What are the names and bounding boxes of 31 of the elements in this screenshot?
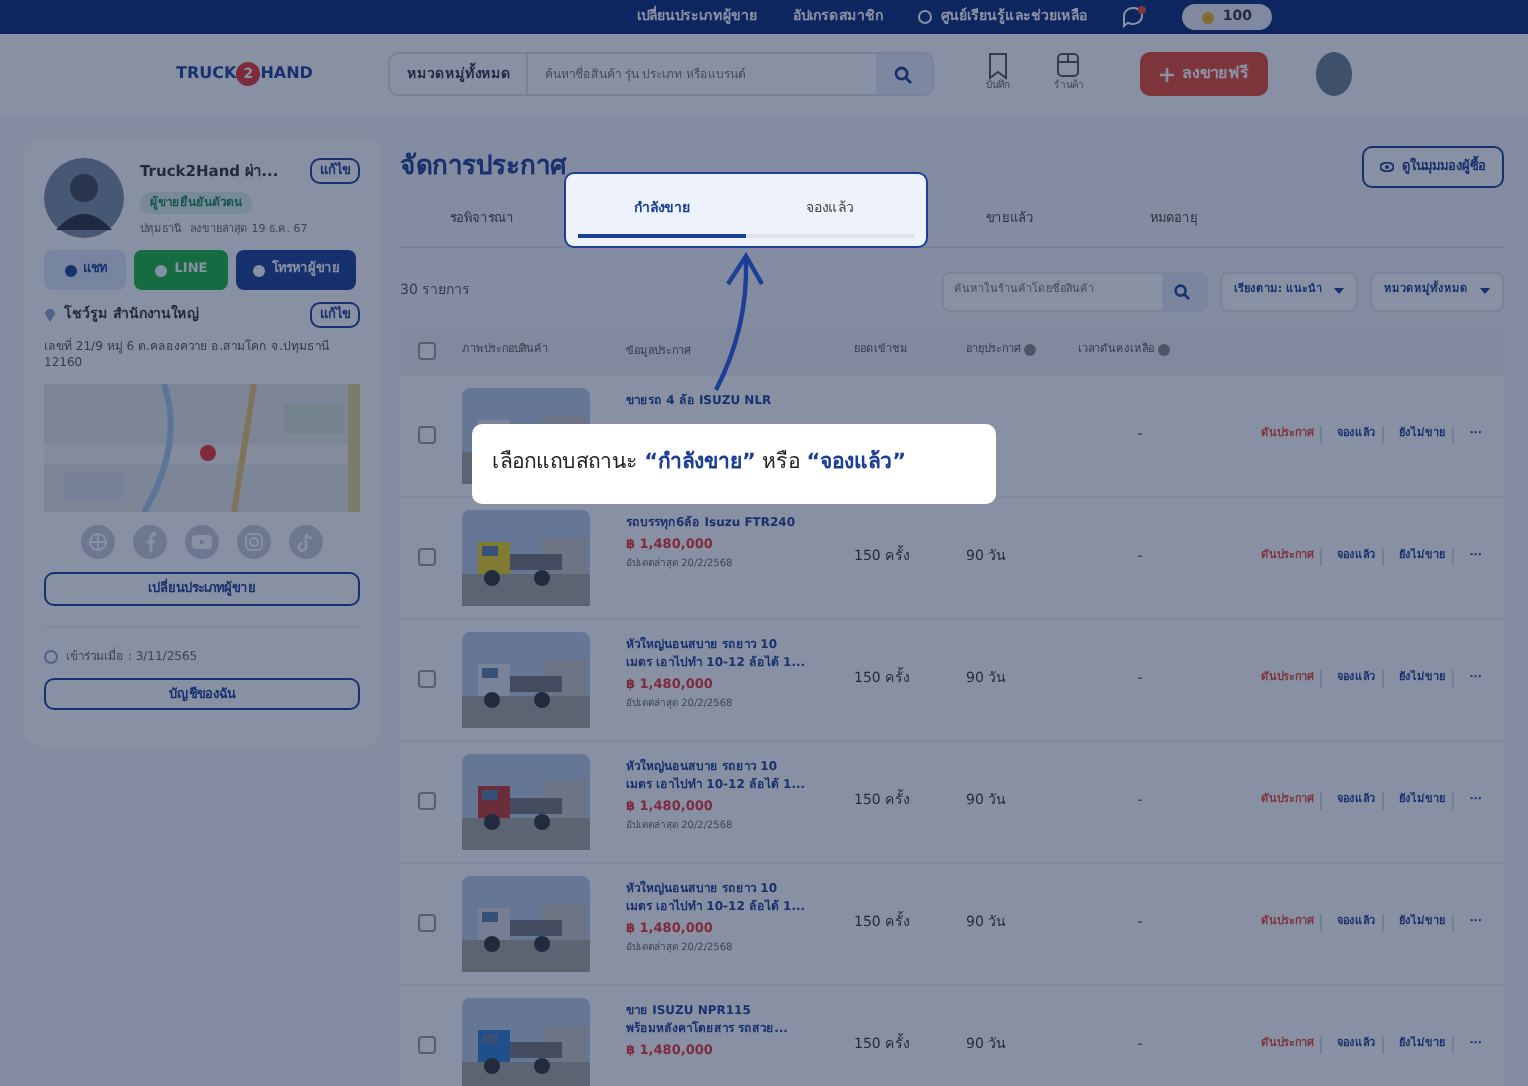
pointer-arrow [714, 251, 764, 391]
info-icon [1024, 344, 1036, 356]
eye-icon [1380, 161, 1394, 172]
row-checkbox[interactable] [418, 1036, 436, 1054]
youtube-icon[interactable] [184, 524, 220, 561]
location-icon [44, 306, 56, 323]
facebook-icon[interactable] [132, 524, 168, 561]
web-icon[interactable] [80, 524, 116, 561]
caret-icon [1334, 288, 1344, 294]
coin-icon [1202, 11, 1215, 23]
row-checkbox[interactable] [418, 670, 436, 688]
instagram-icon[interactable] [236, 524, 272, 561]
row-checkbox[interactable] [418, 548, 436, 566]
shop-icon [1056, 52, 1081, 81]
select-all-checkbox[interactable] [418, 341, 436, 359]
tooltip-callout: เลือกแถบสถานะ “กำลังขาย” หรือ “จองแล้ว” [472, 424, 996, 504]
bookmark-icon [985, 52, 1010, 81]
row-checkbox[interactable] [418, 426, 436, 444]
info-icon [1158, 344, 1170, 356]
search-icon [894, 65, 913, 83]
page-title: จัดการประกาศ [400, 149, 566, 185]
search-button[interactable] [875, 54, 932, 94]
post-button[interactable]: ลงขายฟรี [1139, 52, 1268, 96]
row-checkbox[interactable] [418, 914, 436, 932]
user-avatar[interactable] [1315, 52, 1352, 96]
tiktok-icon[interactable] [288, 524, 324, 561]
search-icon[interactable] [1173, 283, 1190, 299]
caret-icon [1480, 288, 1490, 294]
profile-photo [44, 158, 124, 238]
row-checkbox[interactable] [418, 792, 436, 810]
plus-icon [1159, 67, 1174, 81]
